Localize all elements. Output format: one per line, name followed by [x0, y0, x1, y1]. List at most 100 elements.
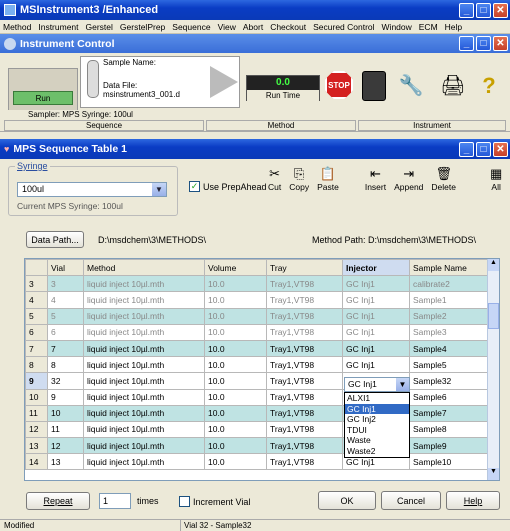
table-cell[interactable]: 10.0 [204, 339, 267, 358]
prepahead-checkbox[interactable]: ✓ [189, 181, 200, 192]
table-cell[interactable]: liquid inject 10µl.mth [83, 307, 205, 325]
table-cell[interactable]: 3 [25, 275, 48, 293]
table-row[interactable]: 5 5 liquid inject 10µl.mth 10.0 Tray1,VT98 GC… [25, 307, 490, 325]
sequence-close-button[interactable]: ✕ [493, 141, 508, 157]
scroll-down-icon[interactable]: ▼ [488, 468, 499, 480]
table-cell[interactable]: 10.0 [204, 307, 267, 325]
menu-item-ecm[interactable]: ECM [419, 22, 438, 32]
delete-button[interactable]: 🗑 Delete [431, 166, 456, 192]
scroll-up-icon[interactable]: ▲ [488, 259, 499, 271]
cut-button[interactable]: ✂ Cut [268, 166, 281, 192]
table-cell[interactable]: Tray1,VT98 [266, 356, 343, 374]
table-cell[interactable]: 10.0 [204, 356, 267, 374]
table-cell[interactable]: Sample32 [409, 372, 490, 390]
injector-option[interactable]: GC Inj2 [345, 414, 409, 425]
data-path-button[interactable]: Data Path... [26, 231, 84, 248]
table-cell[interactable]: liquid inject 10µl.mth [83, 372, 205, 390]
table-cell[interactable]: 8 [25, 356, 48, 374]
table-cell[interactable]: 4 [25, 291, 48, 309]
table-cell[interactable]: Tray1,VT98 [266, 437, 343, 455]
column-header[interactable]: Sample Name [409, 259, 490, 277]
append-button[interactable]: ⇥ Append [394, 166, 423, 192]
table-row[interactable]: 4 4 liquid inject 10µl.mth 10.0 Tray1,VT98 GC… [25, 291, 490, 309]
table-cell[interactable]: Tray1,VT98 [266, 291, 343, 309]
maximize-button[interactable]: □ [476, 2, 491, 18]
injector-option[interactable]: Waste [345, 435, 409, 446]
repeat-count-input[interactable]: 1 [99, 493, 131, 509]
table-cell[interactable]: 10.0 [204, 291, 267, 309]
table-row[interactable]: 3 3 liquid inject 10µl.mth 10.0 Tray1,VT98 GC… [25, 275, 490, 293]
menu-item-view[interactable]: View [218, 22, 236, 32]
close-button[interactable]: ✕ [493, 2, 508, 18]
instrument-icon-device[interactable] [362, 71, 386, 101]
table-cell[interactable]: Tray1,VT98 [266, 404, 343, 422]
column-header[interactable]: Tray [266, 259, 343, 277]
table-cell[interactable]: 10.0 [204, 404, 267, 422]
ok-button[interactable]: OK [318, 491, 376, 510]
sequence-maximize-button[interactable]: □ [476, 141, 491, 157]
menu-item-secured-control[interactable]: Secured Control [313, 22, 374, 32]
table-row[interactable]: 8 8 liquid inject 10µl.mth 10.0 Tray1,VT98 GC… [25, 356, 490, 374]
table-row[interactable]: 7 7 liquid inject 10µl.mth 10.0 Tray1,VT98 GC… [25, 339, 490, 358]
menu-item-gerstel[interactable]: Gerstel [86, 22, 113, 32]
table-cell[interactable]: 11 [47, 420, 84, 439]
table-cell[interactable]: 6 [47, 323, 84, 341]
table-cell[interactable]: 10.0 [204, 275, 267, 293]
table-cell[interactable]: 4 [47, 291, 84, 309]
table-cell[interactable]: Sample10 [409, 453, 490, 471]
menu-item-checkout[interactable]: Checkout [270, 22, 306, 32]
table-cell[interactable]: GC Inj1 [342, 323, 410, 341]
table-cell[interactable]: 5 [47, 307, 84, 325]
table-cell[interactable]: 10.0 [204, 323, 267, 341]
table-cell[interactable]: Tray1,VT98 [266, 453, 343, 471]
table-cell[interactable]: 7 [25, 339, 48, 358]
help-button[interactable]: Help [446, 491, 500, 510]
table-row[interactable]: 13 12 liquid inject 10µl.mth 10.0 Tray1,VT98… [25, 437, 490, 455]
chevron-down-icon[interactable]: ▼ [152, 183, 166, 196]
table-cell[interactable]: liquid inject 10µl.mth [83, 323, 205, 341]
table-cell[interactable]: liquid inject 10µl.mth [83, 339, 205, 358]
instrument-maximize-button[interactable]: □ [476, 36, 491, 51]
table-row[interactable]: 6 6 liquid inject 10µl.mth 10.0 Tray1,VT98 GC… [25, 323, 490, 341]
table-cell[interactable]: 10.0 [204, 437, 267, 455]
menu-item-abort[interactable]: Abort [243, 22, 263, 32]
table-cell[interactable]: Tray1,VT98 [266, 275, 343, 293]
scroll-thumb[interactable] [488, 303, 499, 329]
table-scrollbar[interactable]: ▲ ▼ [487, 259, 499, 480]
table-cell[interactable]: liquid inject 10µl.mth [83, 275, 205, 293]
column-header[interactable] [25, 259, 48, 277]
table-cell[interactable]: 12 [25, 420, 48, 439]
table-cell[interactable]: liquid inject 10µl.mth [83, 291, 205, 309]
table-cell[interactable]: 13 [25, 437, 48, 455]
table-cell[interactable]: 10 [47, 404, 84, 422]
run-button[interactable]: Run [13, 91, 73, 105]
table-cell[interactable]: 8 [47, 356, 84, 374]
injector-chevron-down-icon[interactable]: ▼ [396, 378, 409, 391]
table-cell[interactable]: Sample2 [409, 307, 490, 325]
table-row[interactable]: 9 32 liquid inject 10µl.mth 10.0 Tray1,VT98 S… [25, 372, 490, 390]
table-cell[interactable]: 7 [47, 339, 84, 358]
injector-option[interactable]: TDUI [345, 425, 409, 436]
table-cell[interactable]: Tray1,VT98 [266, 420, 343, 439]
table-cell[interactable]: Sample7 [409, 404, 490, 422]
insert-button[interactable]: ⇤ Insert [365, 166, 386, 192]
table-cell[interactable]: GC Inj1 [342, 356, 410, 374]
table-cell[interactable]: liquid inject 10µl.mth [83, 420, 205, 439]
menu-item-method[interactable]: Method [3, 22, 31, 32]
table-cell[interactable]: Tray1,VT98 [266, 388, 343, 406]
minimize-button[interactable]: _ [459, 2, 474, 18]
all-button[interactable]: ▦ All [490, 166, 502, 192]
column-header[interactable]: Volume [204, 259, 267, 277]
injector-select[interactable]: GC Inj1 ▼ [344, 377, 410, 392]
table-cell[interactable]: 10.0 [204, 420, 267, 439]
table-cell[interactable]: 3 [47, 275, 84, 293]
syringe-select[interactable]: 100ul ▼ [17, 182, 167, 197]
table-cell[interactable]: 10.0 [204, 372, 267, 390]
table-cell[interactable]: calibrate2 [409, 275, 490, 293]
menu-item-instrument[interactable]: Instrument [38, 22, 78, 32]
injector-option[interactable]: ALXI1 [345, 393, 409, 404]
table-cell[interactable]: Sample5 [409, 356, 490, 374]
column-header[interactable]: Vial [47, 259, 84, 277]
paste-button[interactable]: 📋 Paste [317, 166, 339, 192]
menu-item-gerstelprep[interactable]: GerstelPrep [120, 22, 165, 32]
